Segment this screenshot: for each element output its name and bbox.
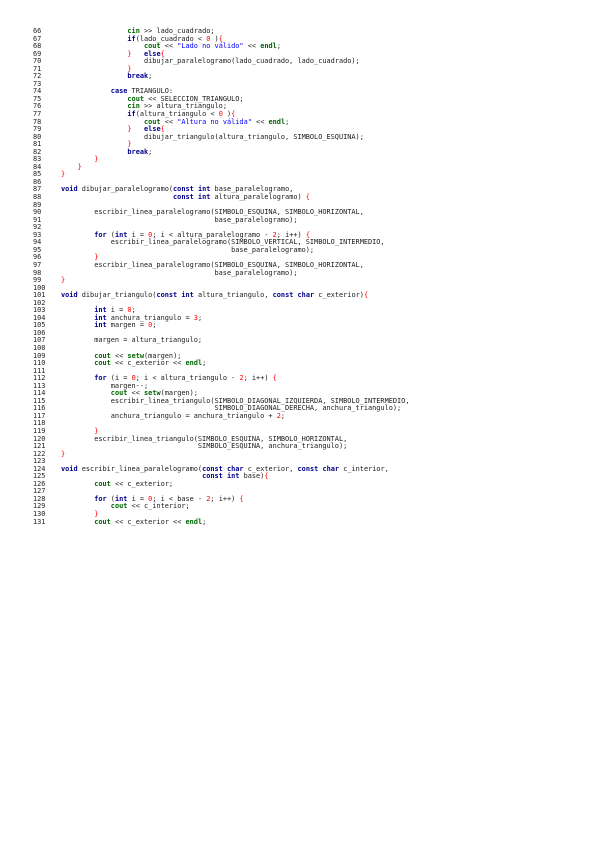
code-text: int margen = 0; <box>94 321 157 330</box>
code-text: margen = altura_triangulo; <box>61 336 203 345</box>
code-line: 72 break; <box>33 73 409 81</box>
code-text: base_paralelogramo); <box>61 245 315 254</box>
code-text: anchura_triangulo = anchura_triangulo + … <box>61 411 286 420</box>
line-number: 131 <box>33 517 46 526</box>
code-text: base_paralelogramo); <box>61 215 298 224</box>
code-line: 88 const int altura_paralelogramo) { <box>33 193 409 202</box>
code-line: 91 base_paralelogramo); <box>33 215 409 225</box>
code-text: } <box>61 276 66 285</box>
code-text: const int altura_paralelogramo) { <box>173 193 310 202</box>
code-text: cout << c_exterior; <box>94 479 174 488</box>
code-line: 117 anchura_triangulo = anchura_triangul… <box>33 411 409 421</box>
code-line: 105 int margen = 0; <box>33 322 409 330</box>
code-text: SIMBOLO_ESQUINA, anchura_triangulo); <box>61 442 348 451</box>
code-text: } <box>61 449 66 458</box>
code-line: 107 margen = altura_triangulo; <box>33 337 409 345</box>
code-line: 131 cout << c_exterior << endl; <box>33 517 409 527</box>
code-text: cout << c_exterior << endl; <box>94 359 207 368</box>
code-line: 122} <box>33 449 409 459</box>
code-line: 101 void dibujar_triangulo(const int altu… <box>33 291 409 300</box>
code-line: 121 SIMBOLO_ESQUINA, anchura_triangulo); <box>33 442 409 451</box>
code-line: 98 base_paralelogramo); <box>33 268 409 278</box>
code-line: 85} <box>33 171 409 179</box>
code-text: void dibujar_triangulo(const int altura_… <box>61 291 369 300</box>
code-text: } <box>61 170 66 179</box>
code-line: 110 cout << c_exterior << endl; <box>33 359 409 368</box>
code-line: 84 } <box>33 163 409 172</box>
code-listing: 66 cin >> lado_cuadrado; 67 if(lado_cuadr… <box>33 27 409 527</box>
code-text: base_paralelogramo); <box>61 268 298 277</box>
code-text: cout << c_exterior << endl; <box>94 517 207 526</box>
code-line: 126 cout << c_exterior; <box>33 479 409 489</box>
code-text: break; <box>127 72 153 81</box>
code-line: 83 } <box>33 156 409 164</box>
code-line: 99} <box>33 276 409 285</box>
